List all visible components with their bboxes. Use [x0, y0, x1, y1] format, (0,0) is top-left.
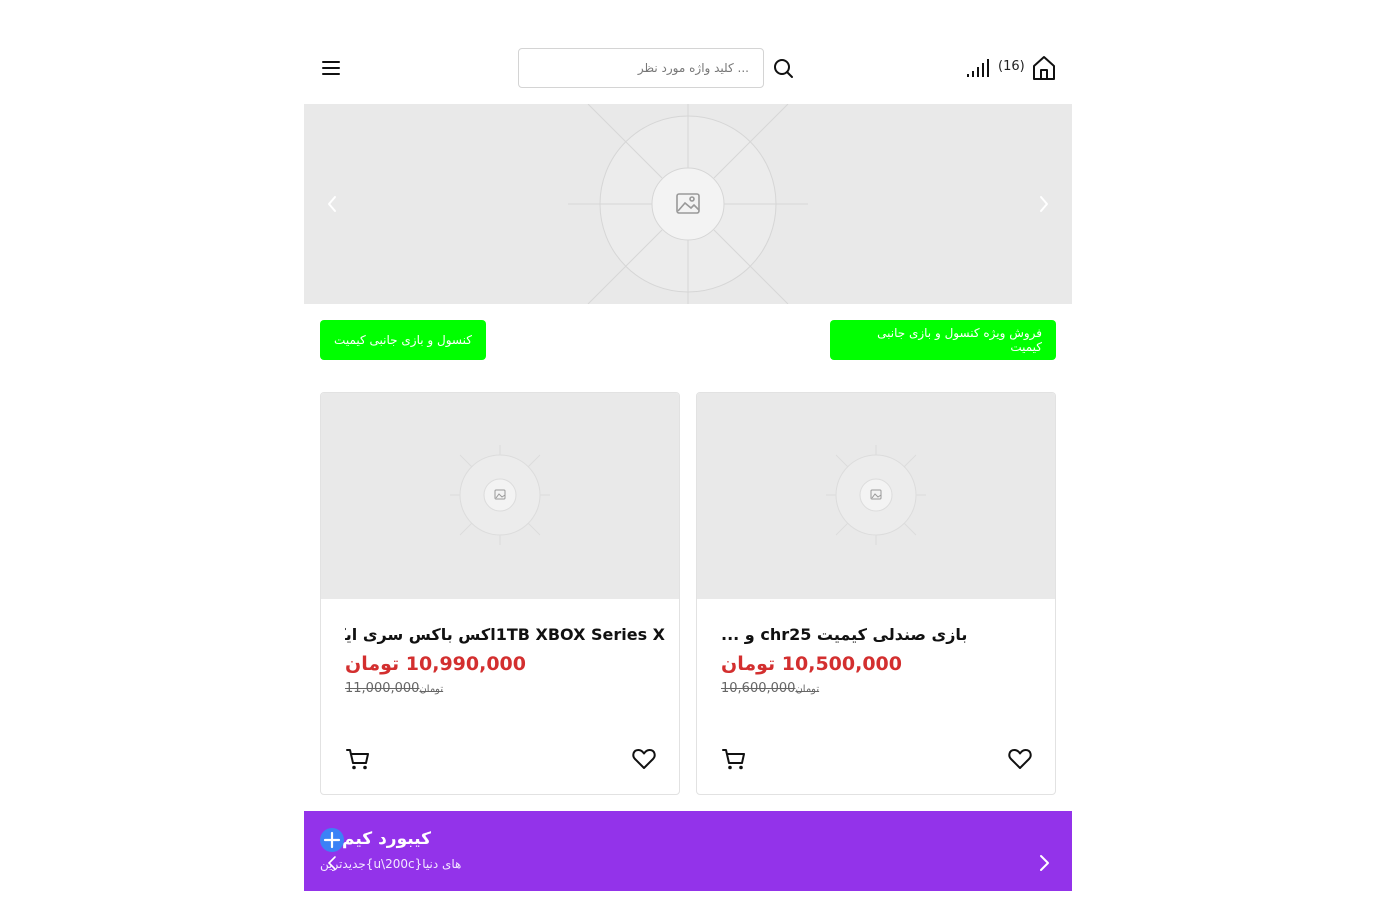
- chevron-right-icon: [1040, 855, 1049, 871]
- image-placeholder-icon: [568, 104, 808, 304]
- menu-button[interactable]: [320, 58, 342, 78]
- header: (16): [304, 40, 1072, 96]
- menu-icon-bar: [322, 73, 340, 75]
- item-count: (16): [998, 59, 1025, 74]
- product-title[interactable]: بازی صندلی کیمیت chr25 و ...: [721, 625, 1041, 644]
- product-title[interactable]: 1TB XBOX Series Xاکس باکس سری ایکس: [345, 625, 665, 644]
- banner-title: کیبورد کیم: [342, 829, 432, 849]
- search-input[interactable]: [519, 49, 763, 87]
- chevron-left-icon: [328, 196, 336, 212]
- product-card[interactable]: 1TB XBOX Series Xاکس باکس سری ایکس 10,99…: [320, 392, 680, 795]
- product-image[interactable]: [321, 393, 679, 599]
- hero-next-button[interactable]: [1032, 192, 1056, 216]
- favorite-button[interactable]: [1007, 746, 1033, 772]
- product-old-price: 10,600,000تومان: [721, 681, 819, 696]
- chevron-left-icon: [327, 856, 336, 870]
- product-price: 10,500,000 تومان: [721, 653, 902, 675]
- signal-icon: [967, 59, 989, 77]
- promo-banner[interactable]: کیبورد کیم های دنیا{u\200c}جدیدترین: [304, 811, 1072, 891]
- plus-icon: [323, 831, 341, 849]
- image-placeholder-icon: [450, 445, 550, 545]
- heart-icon: [632, 749, 656, 769]
- cart-icon: [346, 749, 369, 770]
- category-tag-right[interactable]: فروش ویژه کنسول و بازی جانبی کیمیت: [830, 320, 1056, 360]
- product-old-price: 11,000,000تومان: [345, 681, 443, 696]
- home-icon: [1033, 56, 1055, 80]
- banner-next-button[interactable]: [1034, 851, 1054, 875]
- old-price-currency: تومان: [795, 684, 820, 695]
- page: (16): [304, 0, 1072, 923]
- add-to-cart-button[interactable]: [345, 746, 371, 772]
- chevron-right-icon: [1040, 196, 1048, 212]
- hero-prev-button[interactable]: [320, 192, 344, 216]
- heart-icon: [1008, 749, 1032, 769]
- search-box: [518, 48, 764, 88]
- image-placeholder-icon: [826, 445, 926, 545]
- hero-slider: [304, 104, 1072, 304]
- menu-icon-bar: [322, 67, 340, 69]
- cart-icon: [722, 749, 745, 770]
- search-icon: [774, 59, 793, 78]
- old-price-currency: تومان: [419, 684, 444, 695]
- search-button[interactable]: [772, 57, 794, 79]
- product-price: 10,990,000 تومان: [345, 653, 526, 675]
- home-button[interactable]: [1032, 55, 1056, 81]
- menu-icon-bar: [322, 61, 340, 63]
- old-price-value: 10,600,000: [721, 681, 796, 696]
- banner-subtitle: های دنیا{u\200c}جدیدترین: [320, 857, 462, 871]
- category-tag-left[interactable]: کنسول و بازی جانبی کیمیت: [320, 320, 486, 360]
- favorite-button[interactable]: [631, 746, 657, 772]
- add-to-cart-button[interactable]: [721, 746, 747, 772]
- product-image[interactable]: [697, 393, 1055, 599]
- add-button[interactable]: [320, 828, 344, 852]
- product-card[interactable]: بازی صندلی کیمیت chr25 و ... 10,500,000 …: [696, 392, 1056, 795]
- old-price-value: 11,000,000: [345, 681, 420, 696]
